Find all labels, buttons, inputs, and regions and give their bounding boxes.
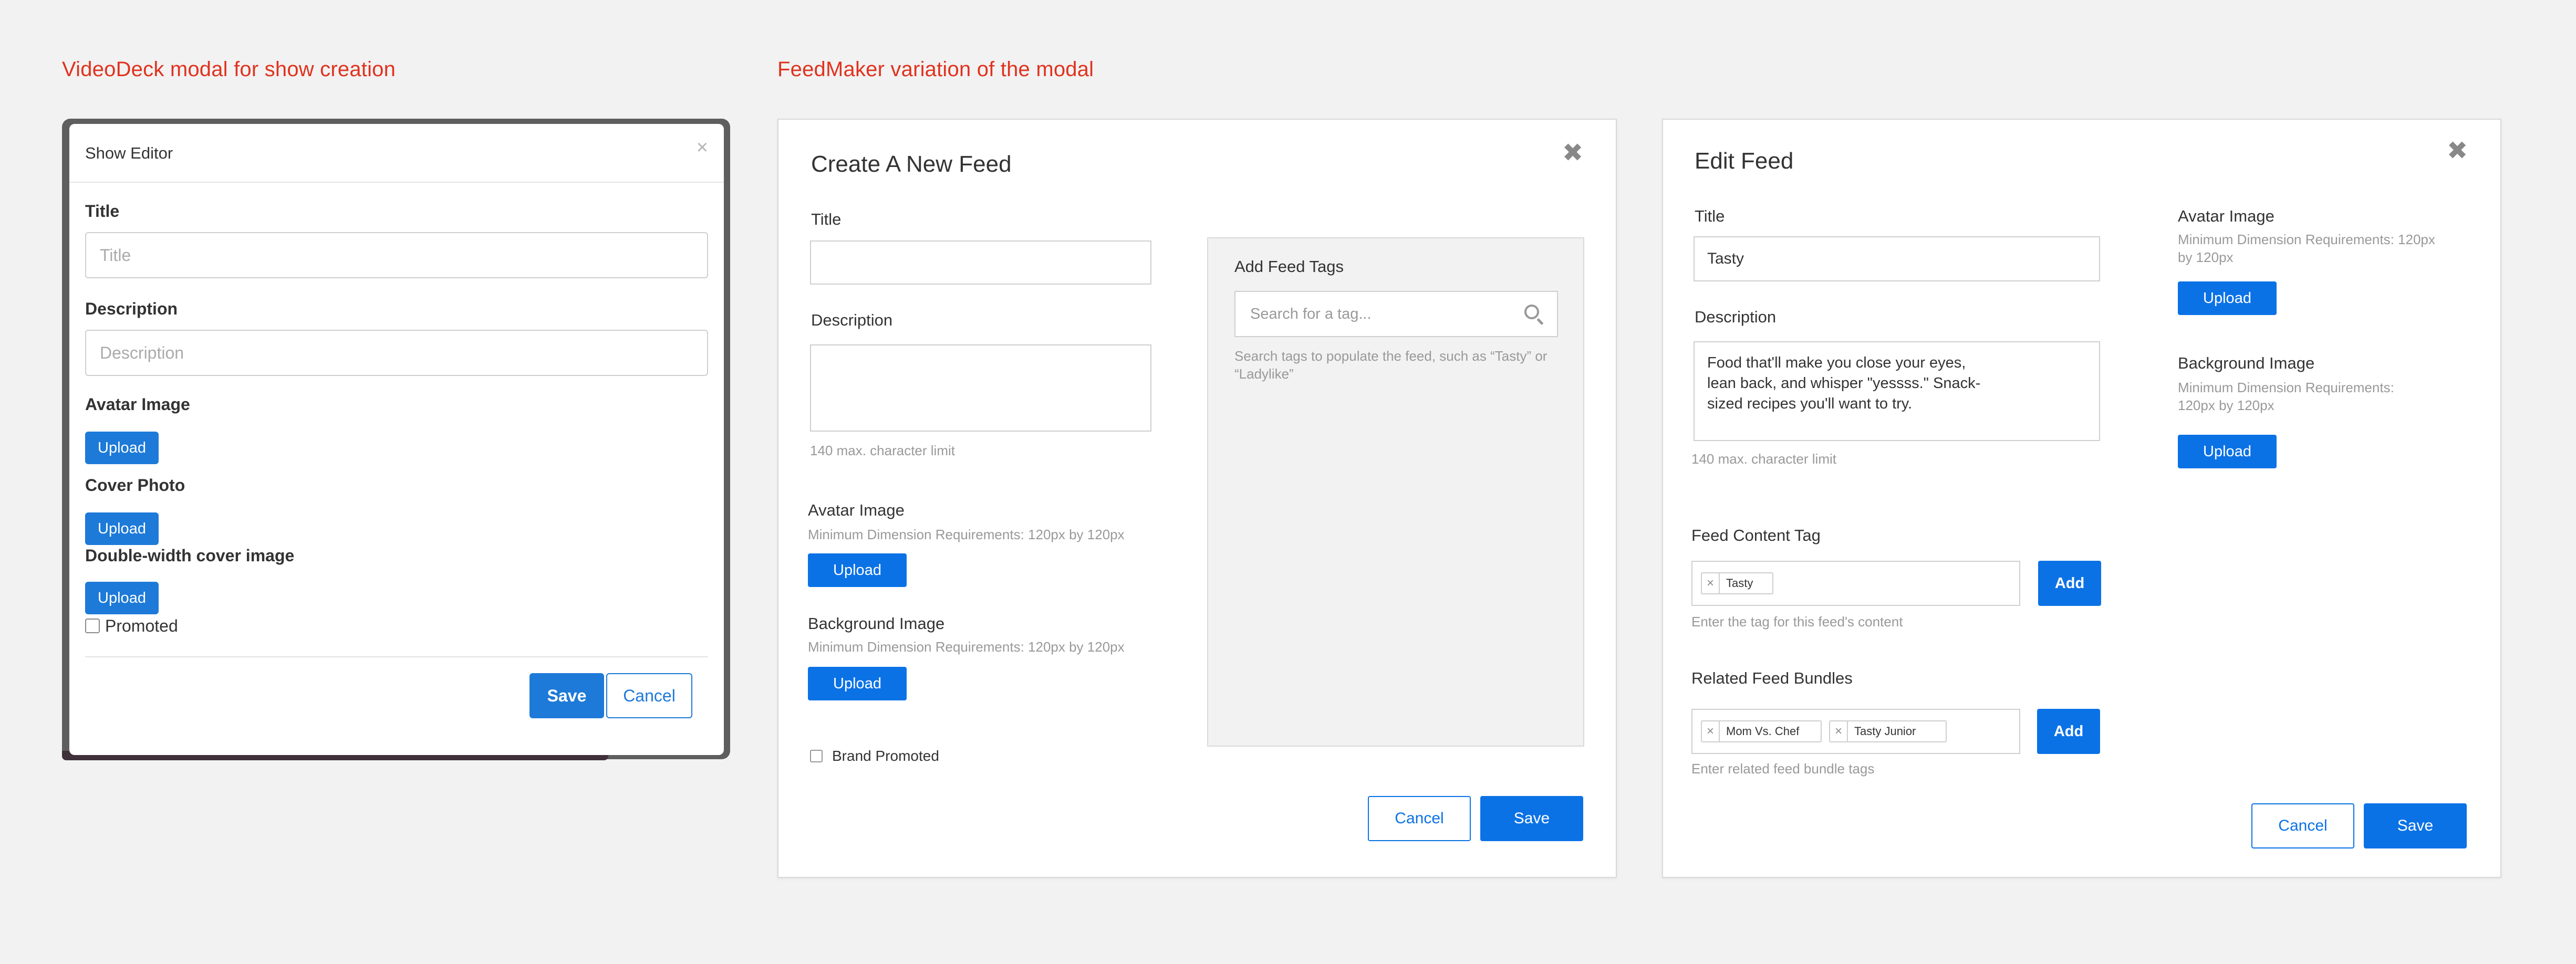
cover-photo-label: Cover Photo: [85, 476, 185, 495]
remove-tag-icon[interactable]: ×: [1702, 573, 1720, 593]
content-tag-hint: Enter the tag for this feed's content: [1691, 614, 1903, 630]
title-input[interactable]: Tasty: [1694, 236, 2100, 281]
edit-feed-modal: Edit Feed ✖ Title Tasty Description Food…: [1662, 119, 2501, 878]
save-button[interactable]: Save: [529, 673, 604, 718]
avatar-image-label: Avatar Image: [2178, 207, 2274, 225]
background-upload-button[interactable]: Upload: [2178, 435, 2277, 468]
modal-title: Create A New Feed: [811, 151, 1012, 177]
related-feed-bundles-label: Related Feed Bundles: [1691, 669, 1853, 687]
background-upload-button[interactable]: Upload: [808, 667, 907, 700]
avatar-dimension-hint: Minimum Dimension Requirements: 120px by…: [808, 527, 1125, 542]
character-limit-hint: 140 max. character limit: [810, 443, 955, 458]
create-feed-modal: Create A New Feed ✖ Title Description 14…: [777, 119, 1617, 878]
tag-chip-label: Tasty Junior: [1854, 725, 1916, 738]
description-line: lean back, and whisper "yessss." Snack-: [1707, 375, 1981, 392]
add-related-bundle-button[interactable]: Add: [2037, 709, 2100, 754]
feed-content-tag-input[interactable]: × Tasty: [1691, 561, 2020, 606]
hint-line: Minimum Dimension Requirements: 120px: [2178, 232, 2435, 247]
description-label: Description: [85, 299, 178, 318]
avatar-upload-button[interactable]: Upload: [85, 432, 159, 464]
promoted-checkbox[interactable]: [85, 619, 100, 633]
title-input[interactable]: Title: [85, 232, 708, 278]
modal-title: Edit Feed: [1695, 148, 1794, 174]
description-placeholder: Description: [100, 343, 184, 362]
cover-photo-upload-button[interactable]: Upload: [85, 512, 159, 545]
hint-line: Minimum Dimension Requirements:: [2178, 380, 2394, 395]
promoted-label: Promoted: [105, 616, 178, 635]
close-icon[interactable]: ×: [697, 138, 708, 158]
title-label: Title: [811, 210, 842, 228]
avatar-upload-button[interactable]: Upload: [808, 553, 907, 587]
title-label: Title: [1695, 207, 1725, 225]
description-label: Description: [1695, 308, 1777, 326]
brand-promoted-label: Brand Promoted: [832, 748, 939, 764]
videodeck-heading: VideoDeck modal for show creation: [62, 58, 396, 81]
close-icon[interactable]: ✖: [1562, 141, 1583, 166]
feedmaker-heading: FeedMaker variation of the modal: [777, 58, 1094, 81]
description-textarea[interactable]: [810, 344, 1151, 432]
show-editor-modal: Show Editor × Title Title Description De…: [69, 124, 724, 755]
title-label: Title: [85, 202, 120, 221]
character-limit-hint: 140 max. character limit: [1691, 451, 1836, 467]
description-label: Description: [811, 311, 893, 329]
search-icon[interactable]: [1523, 303, 1544, 326]
title-placeholder: Title: [100, 245, 131, 265]
description-input[interactable]: Description: [85, 330, 708, 376]
title-input[interactable]: [810, 240, 1151, 285]
cancel-button[interactable]: Cancel: [1368, 796, 1471, 841]
hint-line: by 120px: [2178, 249, 2234, 265]
modal-title: Show Editor: [85, 144, 173, 162]
tag-chip-label: Tasty: [1726, 577, 1753, 590]
related-bundles-hint: Enter related feed bundle tags: [1691, 761, 1875, 777]
avatar-dimension-hint: Minimum Dimension Requirements: 120px by…: [2178, 231, 2435, 267]
description-line: sized recipes you'll want to try.: [1707, 395, 1913, 413]
tag-chip: × Tasty Junior: [1829, 720, 1947, 742]
add-content-tag-button[interactable]: Add: [2038, 561, 2101, 606]
tag-chip-label: Mom Vs. Chef: [1726, 725, 1800, 738]
tag-search-input[interactable]: Search for a tag...: [1234, 291, 1558, 337]
save-button[interactable]: Save: [2364, 803, 2467, 848]
tag-search-hint: Search tags to populate the feed, such a…: [1234, 348, 1547, 382]
feed-content-tag-label: Feed Content Tag: [1691, 526, 1821, 544]
tag-chip: × Tasty: [1701, 572, 1773, 594]
remove-tag-icon[interactable]: ×: [1830, 721, 1848, 741]
cancel-button[interactable]: Cancel: [2251, 803, 2354, 848]
close-icon[interactable]: ✖: [2447, 139, 2468, 164]
add-feed-tags-heading: Add Feed Tags: [1234, 257, 1344, 276]
description-textarea[interactable]: Food that'll make you close your eyes, l…: [1694, 341, 2100, 441]
modal-header: Show Editor ×: [69, 124, 724, 183]
double-width-upload-button[interactable]: Upload: [85, 582, 159, 614]
avatar-image-label: Avatar Image: [85, 395, 190, 414]
related-feed-bundles-input[interactable]: × Mom Vs. Chef × Tasty Junior: [1691, 709, 2020, 754]
add-feed-tags-panel: Add Feed Tags Search for a tag... Search…: [1207, 237, 1584, 747]
title-value: Tasty: [1707, 250, 1744, 267]
hint-line: 120px by 120px: [2178, 397, 2274, 413]
background-image-label: Background Image: [808, 614, 945, 633]
description-line: Food that'll make you close your eyes,: [1707, 354, 1966, 371]
cancel-button[interactable]: Cancel: [606, 673, 692, 718]
background-dimension-hint: Minimum Dimension Requirements: 120px by…: [2178, 379, 2394, 415]
background-image-label: Background Image: [2178, 354, 2315, 372]
tag-chip: × Mom Vs. Chef: [1701, 720, 1822, 742]
remove-tag-icon[interactable]: ×: [1702, 721, 1720, 741]
footer-divider: [85, 656, 708, 657]
avatar-upload-button[interactable]: Upload: [2178, 281, 2277, 315]
avatar-image-label: Avatar Image: [808, 501, 905, 519]
search-placeholder: Search for a tag...: [1250, 305, 1372, 322]
background-dimension-hint: Minimum Dimension Requirements: 120px by…: [808, 639, 1125, 655]
double-width-cover-label: Double-width cover image: [85, 546, 295, 565]
save-button[interactable]: Save: [1480, 796, 1583, 841]
brand-promoted-checkbox[interactable]: [810, 750, 823, 762]
